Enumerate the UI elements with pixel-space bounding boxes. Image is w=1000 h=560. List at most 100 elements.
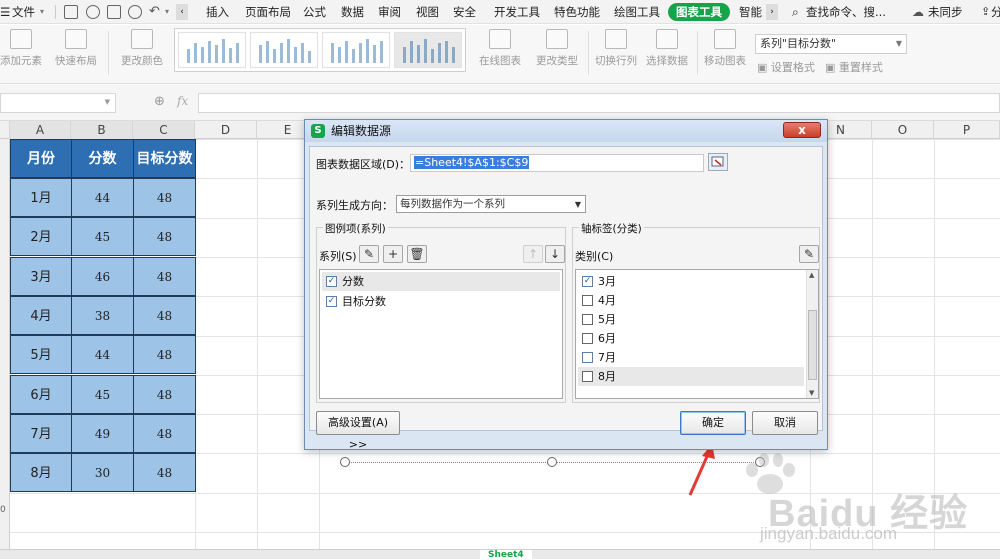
category-checkbox[interactable] [582,352,593,363]
add-element-button[interactable]: 添加元素 [0,29,42,68]
series-list[interactable]: ✓ 分数 ✓ 目标分数 [319,269,563,399]
header-cell-month[interactable]: 月份 [10,139,72,178]
target-score-cell[interactable]: 48 [133,256,196,296]
chart-style-gallery[interactable] [174,28,466,72]
close-button[interactable]: x [783,122,821,138]
move-up-button[interactable]: ↑ [523,245,543,263]
header-cell-target-score[interactable]: 目标分数 [133,139,196,178]
tab-review[interactable]: 审阅 [378,0,401,24]
range-picker-button[interactable] [708,153,728,171]
target-score-cell[interactable]: 48 [133,413,196,453]
share-label[interactable]: 分 [991,0,1000,24]
formula-input[interactable] [198,93,1000,113]
score-cell[interactable]: 44 [71,335,134,375]
save-icon[interactable] [64,5,78,19]
category-item[interactable]: 8月 [578,367,804,386]
month-cell[interactable]: 7月 [10,413,72,453]
tab-page-layout[interactable]: 页面布局 [245,0,291,24]
score-cell[interactable]: 45 [71,217,134,257]
zoom-icon[interactable]: ⊕ [154,94,165,109]
print-icon[interactable] [107,5,121,19]
column-header-p[interactable]: P [934,121,1000,139]
series-checkbox-checked[interactable]: ✓ [326,296,337,307]
category-checkbox[interactable] [582,314,593,325]
chart-resize-handle[interactable] [340,457,350,467]
scroll-up-icon[interactable]: ▲ [809,271,814,279]
name-box[interactable]: ▼ [0,93,116,113]
score-cell[interactable]: 30 [71,453,134,493]
category-item[interactable]: 5月 [578,310,804,329]
target-score-cell[interactable]: 48 [133,335,196,375]
month-cell[interactable]: 6月 [10,374,72,414]
scroll-left-icon[interactable]: ‹ [176,4,188,20]
category-checkbox[interactable] [582,371,593,382]
target-score-cell[interactable]: 48 [133,453,196,493]
share-icon[interactable]: ⇪ [981,0,990,24]
month-cell[interactable]: 4月 [10,295,72,335]
hamburger-icon[interactable]: ☰ [0,0,10,24]
series-selector[interactable]: 系列"目标分数" ▼ [755,34,907,54]
move-down-button[interactable]: ↓ [545,245,565,263]
category-checkbox-checked[interactable]: ✓ [582,276,593,287]
ok-button[interactable]: 确定 [680,411,746,435]
category-list[interactable]: ✓ 3月 4月 5月 6月 7月 8月 ▲ ▼ [575,269,819,399]
edit-series-button[interactable]: ✎ [359,245,379,263]
delete-series-button[interactable]: 🗑 [407,245,427,263]
data-range-input[interactable]: =Sheet4!$A$1:$C$9 [410,154,704,172]
column-header-c[interactable]: C [133,121,195,139]
tab-formulas[interactable]: 公式 [303,0,326,24]
tab-insert[interactable]: 插入 [206,0,229,24]
undo-icon[interactable]: ↶ [149,0,160,24]
advanced-settings-button[interactable]: 高级设置(A) >> [316,411,400,451]
quick-layout-button[interactable]: 快速布局 [50,29,102,68]
tab-drawing-tools[interactable]: 绘图工具 [614,0,660,24]
month-cell[interactable]: 3月 [10,256,72,296]
month-cell[interactable]: 1月 [10,178,72,217]
chart-style-thumb[interactable] [250,32,318,68]
chart-style-thumb[interactable] [178,32,246,68]
tab-developer[interactable]: 开发工具 [494,0,540,24]
chevron-down-icon[interactable]: ▾ [40,0,44,24]
corner-cell[interactable] [0,121,10,139]
search-icon[interactable]: ⌕ [792,0,799,24]
target-score-cell[interactable]: 48 [133,217,196,257]
chart-style-thumb-selected[interactable] [394,32,462,68]
tab-chart-tools[interactable]: 图表工具 [668,3,730,21]
switch-row-col-button[interactable]: 切换行列 [594,29,638,68]
preview-icon[interactable] [128,5,142,19]
score-cell[interactable]: 46 [71,256,134,296]
format-painter-icon[interactable] [86,5,100,19]
undo-dropdown-icon[interactable]: ▾ [165,0,169,24]
score-cell[interactable]: 45 [71,374,134,414]
chart-style-thumb[interactable] [322,32,390,68]
series-item-target-score[interactable]: ✓ 目标分数 [322,292,560,311]
command-search[interactable]: 查找命令、搜... [806,0,886,24]
change-type-button[interactable]: 更改类型 [532,29,582,68]
tab-special-features[interactable]: 特色功能 [554,0,600,24]
dialog-title-bar[interactable]: S 编辑数据源 x [305,120,827,142]
tab-smart[interactable]: 智能 [739,0,762,24]
target-score-cell[interactable]: 48 [133,295,196,335]
score-cell[interactable]: 49 [71,413,134,453]
category-item[interactable]: ✓ 3月 [578,272,804,291]
target-score-cell[interactable]: 48 [133,178,196,217]
series-item-score[interactable]: ✓ 分数 [322,272,560,291]
add-series-button[interactable]: + [383,245,403,263]
fx-icon[interactable]: fx [177,94,188,108]
chart-resize-handle[interactable] [547,457,557,467]
sync-status[interactable]: 未同步 [928,0,963,24]
series-direction-select[interactable]: 每列数据作为一个系列 ▼ [396,195,586,213]
scroll-thumb[interactable] [808,310,817,380]
category-scrollbar[interactable]: ▲ ▼ [806,270,818,398]
tab-data[interactable]: 数据 [341,0,364,24]
column-header-o[interactable]: O [872,121,934,139]
online-chart-button[interactable]: 在线图表 [474,29,526,68]
select-data-button[interactable]: 选择数据 [644,29,690,68]
column-header-b[interactable]: B [71,121,133,139]
target-score-cell[interactable]: 48 [133,374,196,414]
move-chart-button[interactable]: 移动图表 [702,29,748,68]
scroll-down-icon[interactable]: ▼ [809,389,814,397]
category-checkbox[interactable] [582,295,593,306]
series-checkbox-checked[interactable]: ✓ [326,276,337,287]
tab-security[interactable]: 安全 [453,0,476,24]
